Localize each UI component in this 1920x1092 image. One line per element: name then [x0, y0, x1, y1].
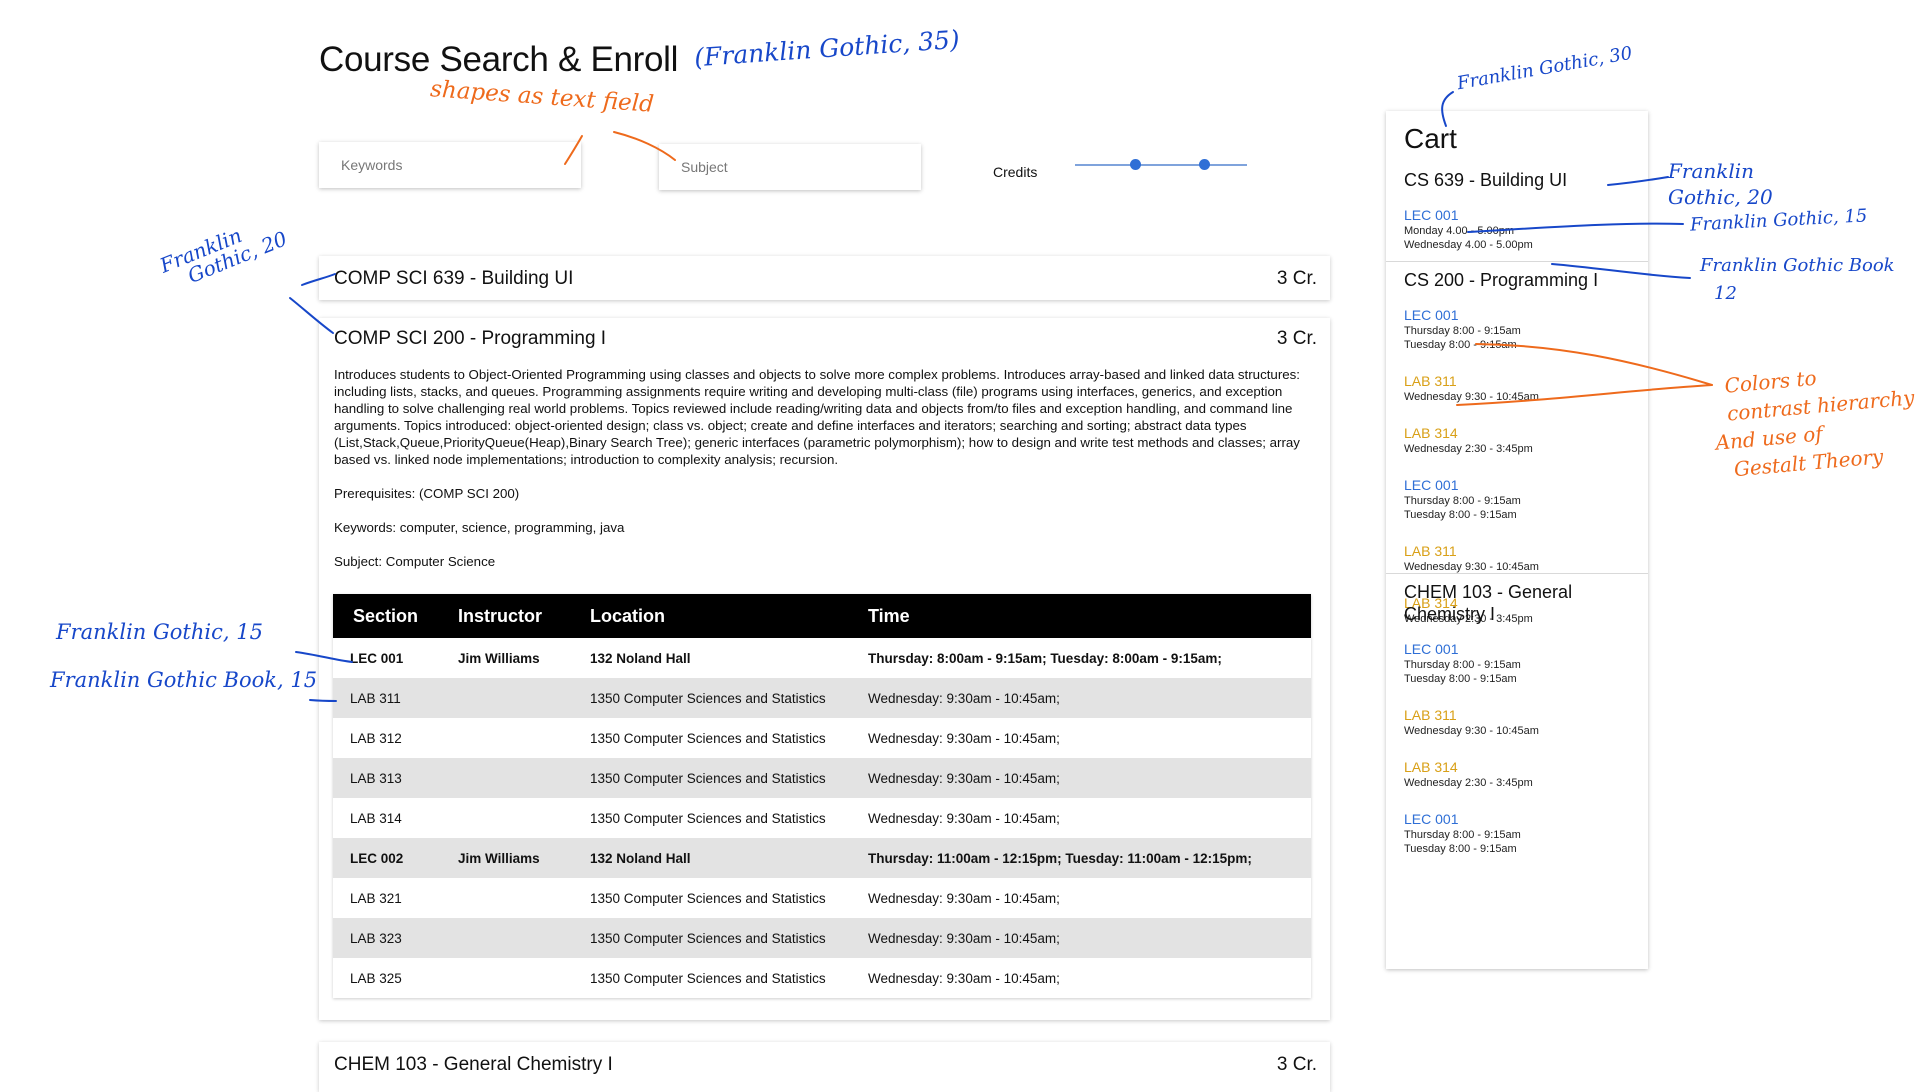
annotation-cart-time-font: Franklin Gothic Book 12 — [1700, 252, 1895, 308]
annotation-line: 12 — [1714, 283, 1737, 304]
annotation-line: Gothic, 20 — [1668, 185, 1773, 209]
annotation-line: Franklin — [1668, 159, 1755, 183]
annotation-lines — [289, 91, 1713, 702]
annotation-line: Franklin Gothic Book — [1700, 255, 1895, 276]
annotation-section-font: Franklin Gothic, 15 — [56, 620, 263, 644]
annotation-section-book-font: Franklin Gothic Book, 15 — [50, 668, 318, 692]
annotation-colors-note: Colors to contrast hierarchy And use of … — [1710, 355, 1920, 484]
annotation-cart-course-font: Franklin Gothic, 20 — [1668, 158, 1773, 210]
